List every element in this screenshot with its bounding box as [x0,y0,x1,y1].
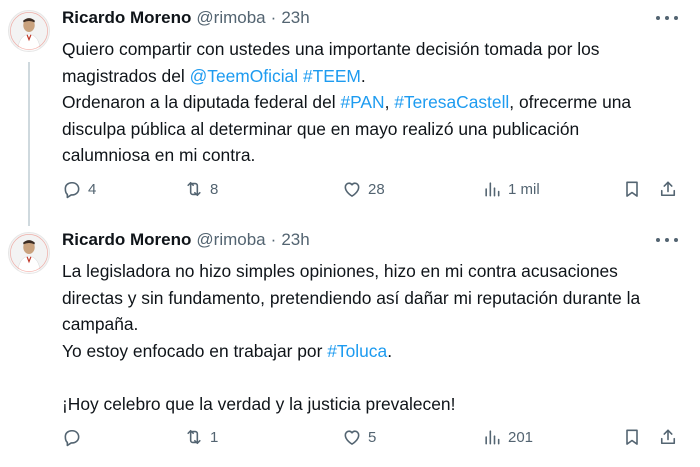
like-count: 28 [368,180,385,198]
text-segment: . [360,65,366,86]
retweet-count: 8 [210,180,219,198]
tweet-text-line: magistrados del @TeemOficial #TEEM. [62,63,694,90]
tweet[interactable]: Ricardo Moreno @rimoba · 23h La legislad… [0,222,700,467]
text-segment: campaña. [62,314,139,334]
retweet-icon [187,181,201,197]
bookmark-button[interactable] [622,425,642,449]
timestamp[interactable]: 23h [281,230,309,250]
action-bar: 4 8 28 1 mil [62,177,692,201]
text-segment: , ofrecerme una [509,92,632,112]
tweet-text-line: campaña. [62,311,694,338]
bookmark-button[interactable] [622,177,642,201]
author-handle[interactable]: @rimoba [196,230,265,250]
text-segment: ¡Hoy celebro que la verdad y la justicia… [62,393,456,414]
hashtag-link[interactable]: #Toluca [327,341,387,361]
like-icon [344,430,360,445]
text-segment: directas y sin fundamento, pretendiendo … [62,287,641,308]
tweet-text-line: disculpa pública al determinar que en ma… [62,116,694,143]
text-segment: disculpa pública al determinar que en ma… [62,118,580,139]
like-button[interactable]: 28 [342,177,385,201]
tweet-text-line: directas y sin fundamento, pretendiendo … [62,285,694,312]
tweet-text-line: Yo estoy enfocado en trabajar por #Toluc… [62,338,694,365]
more-icon[interactable] [656,14,678,22]
bookmark-icon [626,181,638,197]
text-segment: . [387,340,393,361]
like-count: 5 [368,428,377,446]
tweet-text-line: Quiero compartir con ustedes una importa… [62,36,694,63]
views-button[interactable]: 1 mil [482,177,540,201]
thread-connector-line [28,62,30,226]
action-bar: 1 5 201 [62,425,692,449]
reply-button[interactable]: 4 [62,177,96,201]
share-button[interactable] [658,177,678,201]
like-icon [344,182,360,197]
reply-count: 4 [88,180,97,198]
retweet-icon [187,429,201,445]
retweet-button[interactable]: 8 [184,177,218,201]
text-segment: magistrados del [62,65,190,86]
hashtag-link[interactable]: #TeresaCastell [394,92,509,112]
text-segment: Ordenaron a la diputada federal del [62,92,341,112]
views-count: 1 mil [508,180,540,198]
views-icon [485,430,500,445]
hashtag-link[interactable]: #TEEM [303,66,361,86]
tweet-text: La legisladora no hizo simples opiniones… [62,258,694,417]
reply-button[interactable] [62,425,88,449]
tweet-text-line: ¡Hoy celebro que la verdad y la justicia… [62,391,694,418]
text-segment: Yo estoy enfocado en trabajar por [62,340,328,361]
separator-dot: · [270,8,277,27]
views-icon [485,182,500,197]
text-segment: , [384,92,395,112]
retweet-button[interactable]: 1 [184,425,218,449]
reply-icon [64,429,80,447]
like-button[interactable]: 5 [342,425,376,449]
tweet[interactable]: Ricardo Moreno @rimoba · 23h Quiero comp… [0,0,700,226]
author-name[interactable]: Ricardo Moreno [62,230,191,250]
author-name[interactable]: Ricardo Moreno [62,8,191,28]
avatar[interactable] [8,10,50,52]
tweet-text-line: Ordenaron a la diputada federal del #PAN… [62,89,694,116]
mention-link[interactable]: @TeemOficial [190,66,299,86]
reply-icon [64,181,80,199]
share-icon [660,429,676,445]
bookmark-icon [626,429,638,445]
text-segment: Quiero compartir con ustedes una importa… [62,39,600,59]
tweet-text-line: La legisladora no hizo simples opiniones… [62,258,694,285]
tweet-text-line [62,364,694,391]
more-icon[interactable] [656,236,678,244]
share-icon [660,181,676,197]
avatar[interactable] [8,232,50,274]
text-segment: calumniosa en mi contra. [62,145,256,165]
tweet-text: Quiero compartir con ustedes una importa… [62,36,694,169]
tweet-text-line: calumniosa en mi contra. [62,142,694,169]
author-handle[interactable]: @rimoba [196,8,265,28]
views-count: 201 [508,428,534,446]
text-segment: La legisladora no hizo simples opiniones… [62,261,618,281]
share-button[interactable] [658,425,678,449]
timestamp[interactable]: 23h [281,8,309,28]
retweet-count: 1 [210,428,219,446]
separator-dot: · [270,230,277,249]
views-button[interactable]: 201 [482,425,533,449]
hashtag-link[interactable]: #PAN [340,92,384,112]
